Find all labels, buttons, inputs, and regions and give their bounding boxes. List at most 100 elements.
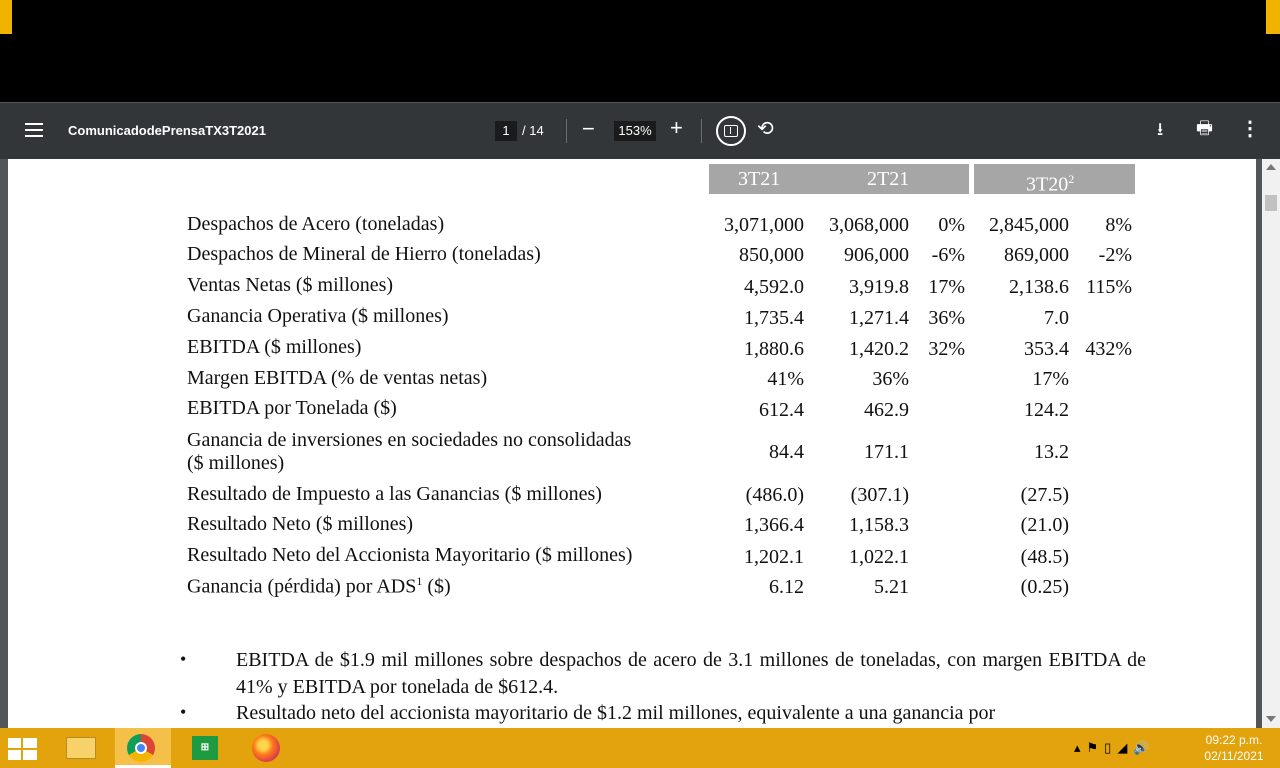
zoom-out-button[interactable]: − bbox=[582, 117, 595, 141]
table-cell: 1,420.2 bbox=[849, 338, 909, 360]
document-title: ComunicadodePrensaTX3T2021 bbox=[68, 123, 266, 138]
bullet-text: Resultado neto del accionista mayoritari… bbox=[236, 702, 996, 724]
table-row-label: Ganancia Operativa ($ millones) bbox=[187, 305, 449, 327]
table-cell: 17% bbox=[1032, 368, 1069, 390]
pdf-toolbar: ComunicadodePrensaTX3T2021 1 / 14 − 153%… bbox=[0, 102, 1280, 159]
table-cell: 124.2 bbox=[1024, 399, 1069, 421]
chrome-icon bbox=[127, 734, 155, 762]
table-cell: 171.1 bbox=[864, 441, 909, 463]
table-row-label: Resultado Neto ($ millones) bbox=[187, 513, 414, 535]
toolbar-divider bbox=[701, 119, 702, 143]
bullet-text: EBITDA de $1.9 mil millones sobre despac… bbox=[236, 649, 1146, 698]
header-2t21: 2T21 bbox=[867, 168, 910, 190]
table-cell: 36% bbox=[928, 307, 965, 329]
zoom-level-input[interactable]: 153% bbox=[614, 121, 656, 141]
pdf-page: 3T21 2T21 3T202 Despachos de Acero (tone… bbox=[8, 159, 1256, 728]
table-cell: 1,880.6 bbox=[744, 338, 804, 360]
table-cell: 36% bbox=[872, 368, 909, 390]
firefox-icon[interactable] bbox=[252, 734, 280, 762]
table-cell: 3,071,000 bbox=[724, 214, 804, 236]
table-cell: 6.12 bbox=[769, 576, 804, 598]
print-icon[interactable]: 🖶 bbox=[1196, 116, 1213, 146]
scroll-thumb[interactable] bbox=[1265, 195, 1277, 211]
zoom-in-button[interactable]: + bbox=[670, 116, 683, 140]
table-cell: 869,000 bbox=[1004, 244, 1069, 266]
table-cell: 13.2 bbox=[1034, 441, 1069, 463]
table-row-label: Ganancia de inversiones en sociedades no… bbox=[187, 429, 632, 474]
table-row-label: Ganancia (pérdida) por ADS1 ($) bbox=[187, 574, 451, 598]
table-cell: 432% bbox=[1085, 338, 1132, 360]
table-row-label: Despachos de Mineral de Hierro (tonelada… bbox=[187, 243, 541, 265]
table-cell: 462.9 bbox=[864, 399, 909, 421]
table-cell: 2,138.6 bbox=[1009, 276, 1069, 298]
store-icon[interactable]: ⊞ bbox=[192, 736, 218, 760]
table-cell: 2,845,000 bbox=[989, 214, 1069, 236]
table-header-current: 3T21 2T21 bbox=[709, 164, 969, 194]
table-cell: 353.4 bbox=[1024, 338, 1069, 360]
more-options-icon[interactable]: ⋮ bbox=[1240, 116, 1260, 141]
bullet-icon: • bbox=[180, 649, 187, 669]
table-row-label: Resultado Neto del Accionista Mayoritari… bbox=[187, 544, 633, 566]
table-cell: 612.4 bbox=[759, 399, 804, 421]
pdf-viewer: 3T21 2T21 3T202 Despachos de Acero (tone… bbox=[0, 159, 1280, 728]
window-corner-left bbox=[0, 0, 12, 34]
table-cell: 906,000 bbox=[844, 244, 909, 266]
header-3t20: 3T202 bbox=[1026, 172, 1075, 196]
download-icon[interactable]: ⭳ bbox=[1157, 117, 1163, 147]
vertical-scrollbar[interactable] bbox=[1262, 159, 1280, 728]
page-number-input[interactable]: 1 bbox=[495, 121, 517, 141]
table-cell: 850,000 bbox=[739, 244, 804, 266]
window-corner-right bbox=[1266, 0, 1280, 34]
table-cell: (48.5) bbox=[1020, 546, 1069, 568]
file-explorer-icon[interactable] bbox=[66, 737, 96, 759]
table-cell: 5.21 bbox=[874, 576, 909, 598]
window-chrome-top bbox=[0, 0, 1280, 102]
table-cell: 3,068,000 bbox=[829, 214, 909, 236]
bullet-icon: • bbox=[180, 702, 187, 722]
table-cell: (0.25) bbox=[1020, 576, 1069, 598]
taskbar-clock[interactable]: 09:22 p.m. 02/11/2021 bbox=[1196, 732, 1272, 764]
scroll-up-icon[interactable] bbox=[1266, 164, 1276, 170]
table-cell: -6% bbox=[931, 244, 965, 266]
windows-taskbar: ⊞ ▴⚑▯◢🔊 09:22 p.m. 02/11/2021 bbox=[0, 728, 1280, 768]
chrome-taskbar-button[interactable] bbox=[115, 728, 171, 768]
table-cell: 84.4 bbox=[769, 441, 804, 463]
table-row-label: EBITDA ($ millones) bbox=[187, 336, 362, 358]
scroll-down-icon[interactable] bbox=[1266, 716, 1276, 722]
table-row-label: Resultado de Impuesto a las Ganancias ($… bbox=[187, 483, 602, 505]
fit-to-page-icon[interactable] bbox=[716, 116, 746, 146]
table-header-prior: 3T202 bbox=[974, 164, 1135, 196]
table-cell: (27.5) bbox=[1020, 484, 1069, 506]
system-tray-icons[interactable]: ▴⚑▯◢🔊 bbox=[1074, 740, 1156, 756]
table-cell: -2% bbox=[1098, 244, 1132, 266]
table-row-label: Ventas Netas ($ millones) bbox=[187, 274, 394, 296]
toolbar-divider bbox=[566, 119, 567, 143]
table-cell: 1,202.1 bbox=[744, 546, 804, 568]
table-cell: (486.0) bbox=[745, 484, 804, 506]
table-cell: (21.0) bbox=[1020, 514, 1069, 536]
table-cell: 1,366.4 bbox=[744, 514, 804, 536]
page-total: / 14 bbox=[522, 123, 544, 138]
table-cell: 1,271.4 bbox=[849, 307, 909, 329]
table-cell: 4,592.0 bbox=[744, 276, 804, 298]
start-button[interactable] bbox=[8, 738, 38, 760]
table-cell: 7.0 bbox=[1044, 307, 1069, 329]
table-cell: (307.1) bbox=[850, 484, 909, 506]
table-row-label: Margen EBITDA (% de ventas netas) bbox=[187, 367, 488, 389]
clock-date: 02/11/2021 bbox=[1204, 749, 1264, 763]
header-3t21: 3T21 bbox=[738, 168, 781, 190]
table-row-label: EBITDA por Tonelada ($) bbox=[187, 397, 397, 419]
table-cell: 8% bbox=[1105, 214, 1132, 236]
rotate-icon[interactable]: ⟲ bbox=[757, 117, 774, 141]
table-cell: 0% bbox=[938, 214, 965, 236]
clock-time: 09:22 p.m. bbox=[1205, 733, 1263, 747]
table-row-label: Despachos de Acero (toneladas) bbox=[187, 213, 445, 235]
table-cell: 41% bbox=[767, 368, 804, 390]
table-cell: 3,919.8 bbox=[849, 276, 909, 298]
table-cell: 1,158.3 bbox=[849, 514, 909, 536]
table-cell: 17% bbox=[928, 276, 965, 298]
table-cell: 32% bbox=[928, 338, 965, 360]
menu-icon[interactable] bbox=[25, 123, 43, 137]
table-cell: 1,735.4 bbox=[744, 307, 804, 329]
table-cell: 1,022.1 bbox=[849, 546, 909, 568]
